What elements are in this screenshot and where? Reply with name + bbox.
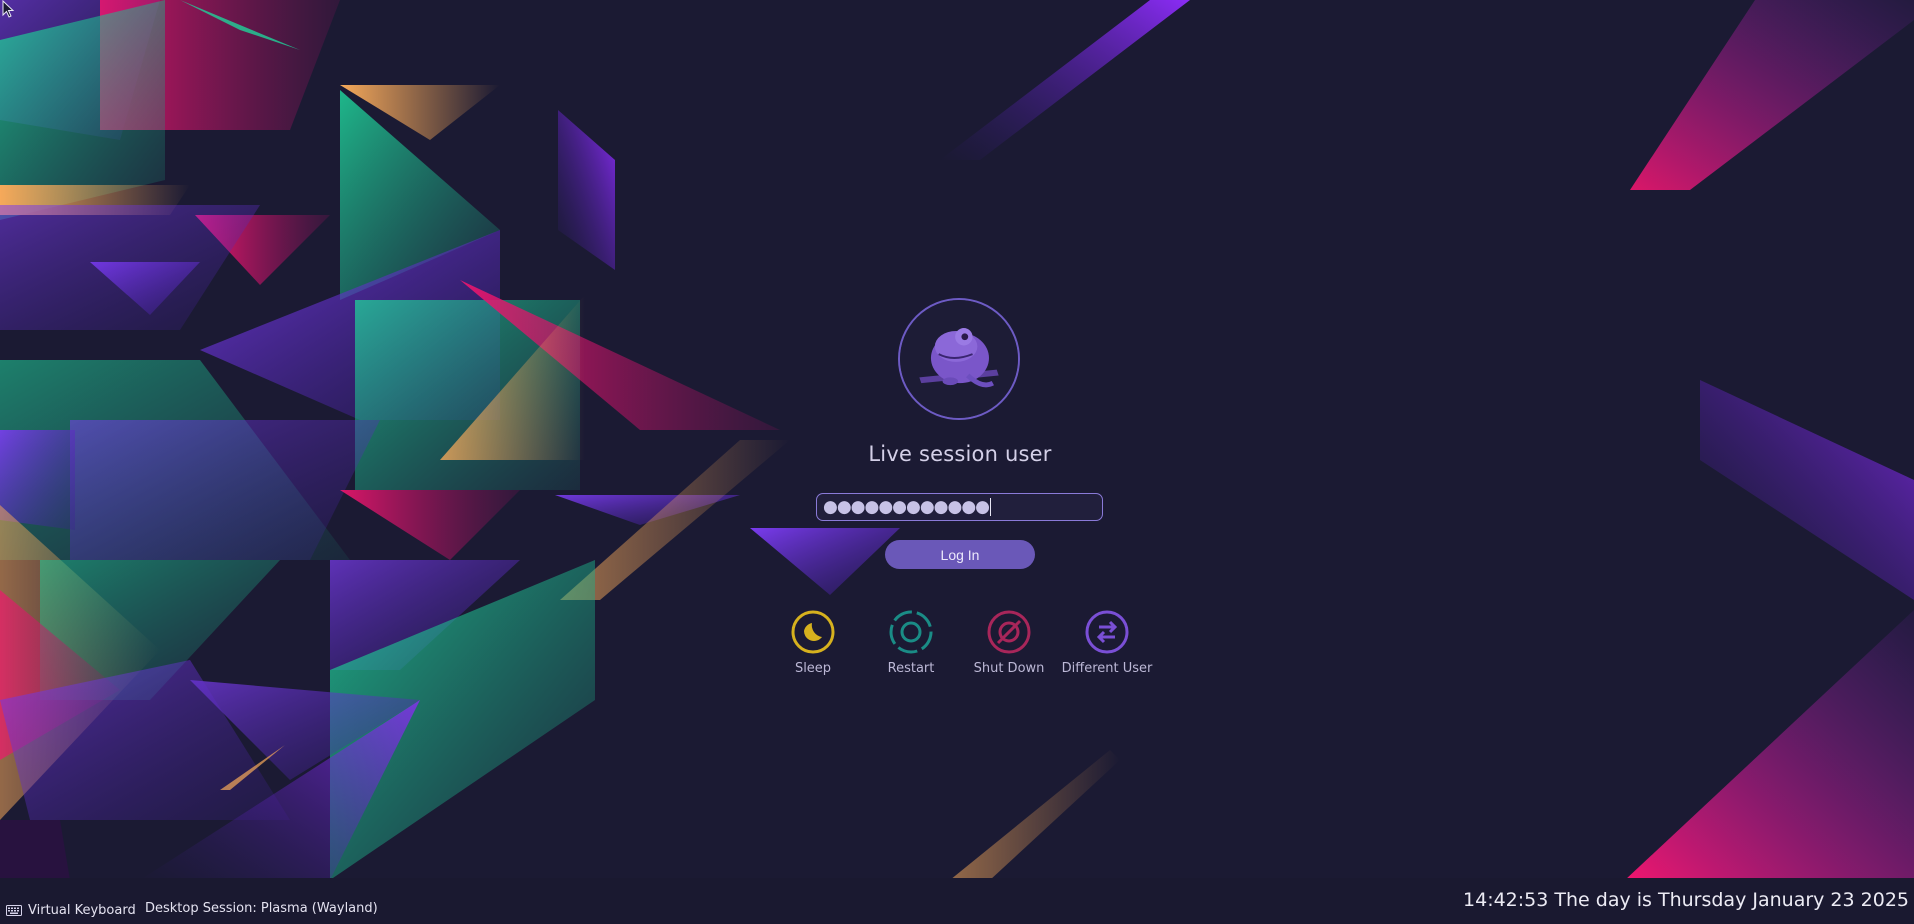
password-masked-value: ●●●●●●●●●●●● bbox=[823, 497, 990, 517]
sleep-button[interactable]: Sleep bbox=[763, 609, 863, 676]
sleep-label: Sleep bbox=[794, 661, 832, 676]
username-label: Live session user bbox=[868, 442, 1052, 466]
sleep-icon bbox=[791, 610, 835, 654]
restart-button[interactable]: Restart bbox=[861, 609, 961, 676]
clock: 14:42:53 The day is Thursday January 23 … bbox=[1463, 889, 1909, 911]
shutdown-icon bbox=[987, 610, 1031, 654]
restart-label: Restart bbox=[887, 661, 935, 676]
different-user-label: Different User bbox=[1061, 661, 1153, 676]
power-actions: Sleep Restart Shut Down Different User bbox=[0, 609, 1914, 689]
shutdown-label: Shut Down bbox=[973, 661, 1045, 676]
desktop-session-selector[interactable]: Desktop Session: Plasma (Wayland) bbox=[145, 901, 378, 916]
user-avatar[interactable] bbox=[898, 298, 1020, 420]
chameleon-mascot-icon bbox=[900, 300, 1018, 418]
restart-icon bbox=[889, 610, 933, 654]
switch-user-icon bbox=[1085, 610, 1129, 654]
virtual-keyboard-button[interactable]: Virtual Keyboard bbox=[6, 903, 136, 918]
different-user-button[interactable]: Different User bbox=[1057, 609, 1157, 676]
keyboard-icon bbox=[6, 905, 22, 916]
login-screen: Live session user ●●●●●●●●●●●● Log In Sl… bbox=[0, 0, 1914, 924]
virtual-keyboard-label: Virtual Keyboard bbox=[28, 903, 136, 918]
password-field[interactable]: ●●●●●●●●●●●● bbox=[816, 493, 1103, 521]
text-caret bbox=[990, 498, 992, 516]
login-button[interactable]: Log In bbox=[885, 540, 1035, 569]
shutdown-button[interactable]: Shut Down bbox=[959, 609, 1059, 676]
